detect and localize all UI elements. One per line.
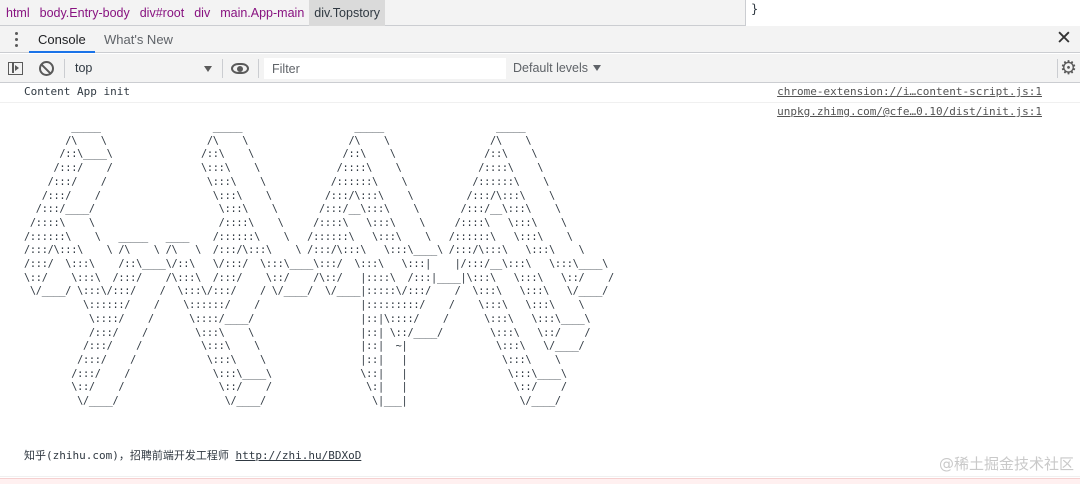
console-source-link[interactable]: chrome-extension://i…content-script.js:1 xyxy=(777,85,1042,98)
log-levels-dropdown[interactable]: Default levels xyxy=(513,58,602,79)
console-messages: Content App init chrome-extension://i…co… xyxy=(0,83,1080,484)
live-expression-eye-icon[interactable] xyxy=(231,63,249,74)
elements-breadcrumb-bar: html body.Entry-body div#root div main.A… xyxy=(0,0,1080,26)
console-message: unpkg.zhimg.com/@cfe…0.10/dist/init.js:1… xyxy=(0,103,1080,477)
toolbar-divider xyxy=(258,59,259,78)
site-watermark: @稀土掘金技术社区 xyxy=(938,455,1074,473)
toolbar-divider xyxy=(1057,59,1058,78)
console-message-text: Content App init xyxy=(24,85,130,98)
breadcrumb-item-root[interactable]: div#root xyxy=(135,0,189,26)
tab-whats-new[interactable]: What's New xyxy=(95,26,182,53)
show-sidebar-icon[interactable] xyxy=(8,62,23,75)
chevron-down-icon xyxy=(593,65,602,71)
console-toolbar: top Default levels ⚙ xyxy=(0,54,1080,83)
gear-icon[interactable]: ⚙ xyxy=(1059,59,1078,78)
close-drawer-icon[interactable]: ✕ xyxy=(1054,29,1074,49)
breadcrumb-item-body[interactable]: body.Entry-body xyxy=(35,0,135,26)
console-source-link[interactable]: unpkg.zhimg.com/@cfe…0.10/dist/init.js:1 xyxy=(777,105,1042,118)
ascii-art-logo: _____ _____ _____ _____ /\ \ /\ \ /\ \ /… xyxy=(24,121,614,408)
clear-console-icon[interactable] xyxy=(39,61,54,76)
breadcrumb: html body.Entry-body div#root div main.A… xyxy=(0,0,746,26)
recruiting-message: 知乎(zhihu.com)，招聘前端开发工程师 http://zhi.hu/BD… xyxy=(24,447,361,463)
context-selector[interactable]: top xyxy=(69,58,217,79)
console-message: Content App init chrome-extension://i…co… xyxy=(0,83,1080,103)
tab-console[interactable]: Console xyxy=(29,26,95,53)
toolbar-divider xyxy=(64,59,65,78)
console-prompt-strip[interactable] xyxy=(0,478,1080,484)
log-levels-label: Default levels xyxy=(513,61,589,75)
breadcrumb-item-html[interactable]: html xyxy=(1,0,35,26)
styles-pane: } xyxy=(746,0,1080,26)
drawer-tab-bar: Console What's New ✕ xyxy=(0,26,1080,53)
toolbar-divider xyxy=(222,59,223,78)
styles-closing-brace: } xyxy=(751,2,759,16)
more-tools-icon[interactable] xyxy=(8,31,24,48)
breadcrumb-item-topstory[interactable]: div.Topstory xyxy=(309,0,386,26)
filter-input[interactable] xyxy=(264,58,506,79)
chevron-down-icon xyxy=(204,66,212,72)
recruiting-text: 知乎(zhihu.com)，招聘前端开发工程师 xyxy=(24,449,229,462)
context-selector-value: top xyxy=(75,61,93,75)
breadcrumb-item-main[interactable]: main.App-main xyxy=(215,0,309,26)
breadcrumb-item-div[interactable]: div xyxy=(189,0,215,26)
recruiting-link[interactable]: http://zhi.hu/BDXoD xyxy=(235,449,361,462)
